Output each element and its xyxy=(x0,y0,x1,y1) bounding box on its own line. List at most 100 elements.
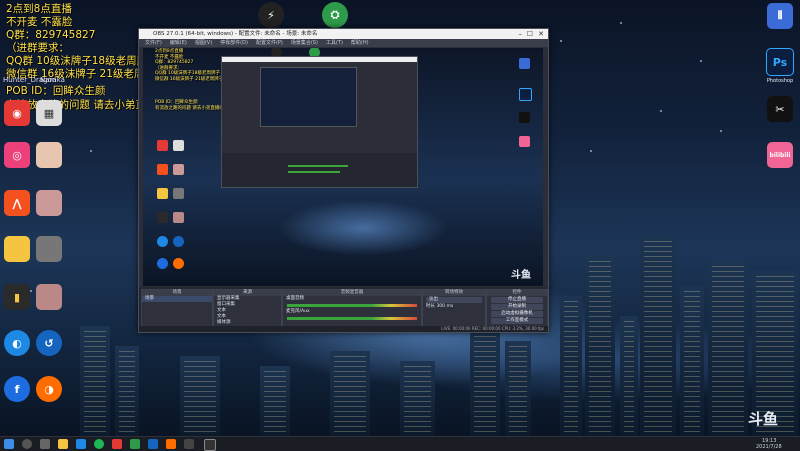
preview-icon xyxy=(173,164,184,175)
virtual-camera-button[interactable]: 启动虚拟摄像机 xyxy=(491,311,543,317)
desktop-app-icon[interactable] xyxy=(34,142,64,168)
nested-preview-frame xyxy=(260,67,357,127)
desktop-app-icon[interactable]: ▮ xyxy=(2,284,32,310)
edge-icon[interactable] xyxy=(76,439,86,449)
sources-dock: 来源 显示器采集 窗口采集 文本 文本 媒体源 xyxy=(213,289,282,331)
app-icon: ▦ xyxy=(36,100,62,126)
obs-docks: 场景 场景 来源 显示器采集 窗口采集 文本 文本 媒体源 音频混音器 桌面音频… xyxy=(139,287,548,332)
obs-window[interactable]: OBS 27.0.1 (64-bit, windows) - 配置文件: 未命名… xyxy=(138,28,549,333)
preview-icon xyxy=(519,112,530,123)
volume-meter xyxy=(287,317,417,320)
preview-icon xyxy=(157,188,168,199)
maximize-icon[interactable]: ☐ xyxy=(527,29,533,39)
audio-app-icon: ⦀ xyxy=(767,3,793,29)
duration-label: 时长 xyxy=(426,304,435,309)
desktop-app-icon[interactable]: ↺ xyxy=(34,330,64,356)
app-icon[interactable] xyxy=(166,439,176,449)
app-icon[interactable] xyxy=(184,439,194,449)
obs-menubar: 文件(F) 编辑(E) 视图(V) 停靠部件(D) 配置文件(P) 场景集合(S… xyxy=(139,39,548,47)
clock-date[interactable]: 2021/7/28 xyxy=(756,444,782,450)
desktop-app-icon[interactable]: ▦ xyxy=(34,100,64,126)
preview-icon xyxy=(173,236,184,247)
menu-view[interactable]: 视图(V) xyxy=(195,39,212,47)
close-icon[interactable]: ✕ xyxy=(538,29,544,39)
menu-file[interactable]: 文件(F) xyxy=(145,39,162,47)
mixer-track-label: 桌面音频 xyxy=(286,296,304,301)
scene-item[interactable]: 场景 xyxy=(142,296,212,302)
audio-mixer-dock: 音频混音器 桌面音频 麦克风/Aux xyxy=(282,289,422,331)
desktop-app-icon[interactable]: ✂ xyxy=(765,96,795,122)
windows-start-icon[interactable] xyxy=(4,439,14,449)
scenes-dock: 场景 场景 xyxy=(141,289,213,331)
stop-streaming-button[interactable]: 停止直播 xyxy=(491,297,543,303)
photo-icon xyxy=(36,284,62,310)
mixer-track-label: 麦克风/Aux xyxy=(286,309,310,314)
start-recording-button[interactable]: 开始录制 xyxy=(491,304,543,310)
desktop-app-icon[interactable]: bilibili xyxy=(765,142,795,168)
dock-header: 转场特效 xyxy=(423,290,485,296)
desktop-app-icon[interactable] xyxy=(2,236,32,262)
desktop-app-icon[interactable]: ◉ xyxy=(2,100,32,126)
desktop-app-icon[interactable]: ⚡ xyxy=(256,2,286,28)
desktop-icon-label: Photoshop xyxy=(766,78,794,84)
menu-docks[interactable]: 停靠部件(D) xyxy=(220,39,248,47)
preview-icon xyxy=(173,212,184,223)
obs-titlebar[interactable]: OBS 27.0.1 (64-bit, windows) - 配置文件: 未命名… xyxy=(139,29,548,39)
desktop-icon-label: Naraka xyxy=(40,76,65,84)
folder-icon: ▮ xyxy=(4,284,30,310)
minimize-icon[interactable]: – xyxy=(519,29,523,39)
capcut-icon: ✂ xyxy=(767,96,793,122)
obs-preview[interactable]: 2点到8点直播 不开麦 不露脸 Q群：829745827 （进群要求： QQ群 … xyxy=(143,48,543,286)
dock-header: 控件 xyxy=(487,290,547,296)
preview-icon xyxy=(519,58,530,69)
app-icon[interactable] xyxy=(112,439,122,449)
spotify-icon[interactable] xyxy=(94,439,104,449)
photo-icon xyxy=(36,236,62,262)
preview-icon xyxy=(157,140,168,151)
menu-scene-collection[interactable]: 场景集合(S) xyxy=(291,39,318,47)
app-icon: ⋀ xyxy=(4,190,30,216)
app-icon: ↺ xyxy=(36,330,62,356)
qq-icon: ◐ xyxy=(4,330,30,356)
desktop-app-icon[interactable] xyxy=(34,190,64,216)
desktop-app-icon[interactable] xyxy=(34,236,64,262)
desktop-app-icon[interactable]: ◐ xyxy=(2,330,32,356)
wechat-icon[interactable] xyxy=(130,439,140,449)
search-icon[interactable] xyxy=(22,439,32,449)
douyu-watermark: 斗鱼 xyxy=(511,270,531,281)
desktop-app-icon[interactable]: ◑ xyxy=(34,376,64,402)
desktop-app-icon[interactable] xyxy=(34,284,64,310)
desktop-app-icon[interactable]: ⛭ xyxy=(320,2,350,28)
photo-icon xyxy=(36,190,62,216)
overlay-line: QQ群 10级沫牌子18级老周牌子 xyxy=(155,71,220,76)
app-icon: ⚡ xyxy=(258,2,284,28)
preview-icon xyxy=(519,88,532,101)
folder-icon xyxy=(4,236,30,262)
file-explorer-icon[interactable] xyxy=(58,439,68,449)
preview-icon xyxy=(173,140,184,151)
preview-icon xyxy=(157,236,168,247)
menu-profile[interactable]: 配置文件(P) xyxy=(256,39,283,47)
duration-value[interactable]: 300 ms xyxy=(436,304,453,309)
overlay-line: 微信群 16级沫牌子 21级老周牌子） xyxy=(155,76,228,82)
controls-dock: 控件 停止直播 开始录制 启动虚拟摄像机 工作室模式 xyxy=(486,289,548,331)
desktop-app-icon[interactable]: f xyxy=(2,376,32,402)
preview-icon xyxy=(519,136,530,147)
menu-tools[interactable]: 工具(T) xyxy=(326,39,343,47)
preview-icon xyxy=(157,258,168,269)
menu-help[interactable]: 帮助(H) xyxy=(351,39,369,47)
task-view-icon[interactable] xyxy=(40,439,50,449)
studio-mode-button[interactable]: 工作室模式 xyxy=(491,318,543,324)
desktop-app-icon[interactable]: ◎ xyxy=(2,142,32,168)
photoshop-icon: Ps xyxy=(766,48,794,76)
taskbar: 19:13 2021/7/28 xyxy=(0,436,800,451)
desktop-app-icon[interactable]: Ps Photoshop xyxy=(765,48,795,84)
desktop-app-icon[interactable]: ⋀ xyxy=(2,190,32,216)
transitions-dock: 转场特效 淡出 时长 300 ms xyxy=(422,289,486,331)
app-icon: ◉ xyxy=(4,100,30,126)
menu-edit[interactable]: 编辑(E) xyxy=(170,39,187,47)
app-icon[interactable] xyxy=(148,439,158,449)
desktop-app-icon[interactable]: ⦀ xyxy=(765,3,795,29)
transition-select[interactable]: 淡出 xyxy=(426,297,482,303)
obs-taskbar-icon[interactable] xyxy=(204,439,216,451)
